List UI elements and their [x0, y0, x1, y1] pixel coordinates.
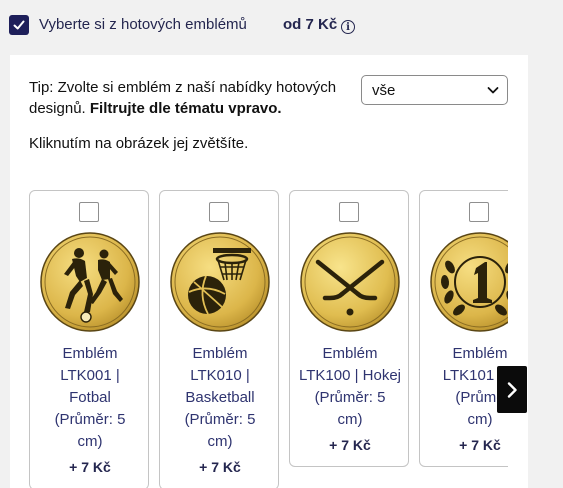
emblem-name[interactable]: Emblém LTK100 | Hokej (Průměr: 5 cm) [295, 343, 405, 431]
tip-text: Tip: Zvolte si emblém z naší nabídky hot… [29, 79, 337, 117]
chevron-right-icon [507, 381, 517, 398]
theme-filter-value: vše [372, 82, 396, 99]
emblem-name[interactable]: Emblém LTK101 | Č (Průmě cm) [425, 343, 508, 431]
emblem-panel: Tip: Zvolte si emblém z naší nabídky hot… [10, 55, 528, 488]
emblem-card[interactable]: Emblém LTK001 | Fotbal (Průměr: 5 cm) + … [29, 190, 149, 488]
tip-filter-note: Filtrujte dle tématu vpravo. [89, 100, 282, 117]
choose-emblem-checkbox[interactable] [9, 15, 29, 35]
info-icon[interactable]: i [341, 20, 355, 34]
emblem-price: + 7 Kč [329, 437, 371, 453]
enlarge-hint: Kliknutím na obrázek jej zvětšíte. [29, 135, 249, 152]
emblem-carousel: Emblém LTK001 | Fotbal (Průměr: 5 cm) + … [29, 190, 508, 488]
emblem-price: + 7 Kč [199, 459, 241, 475]
emblem-name[interactable]: Emblém LTK001 | Fotbal (Průměr: 5 cm) [35, 343, 145, 453]
theme-filter-select[interactable]: vše [361, 75, 508, 105]
emblem-option-price: od 7 Kč [283, 16, 338, 33]
emblem-card[interactable]: Emblém LTK101 | Č (Průmě cm) + 7 Kč [419, 190, 508, 467]
emblem-option-label[interactable]: Vyberte si z hotových emblémů [39, 16, 247, 33]
emblem-option-header: Vyberte si z hotových emblémů od 7 Kč i [0, 0, 563, 50]
chevron-down-icon [487, 87, 499, 94]
checkmark-icon [13, 20, 25, 30]
emblem-price: + 7 Kč [459, 437, 501, 453]
emblem-select-checkbox[interactable] [79, 202, 99, 222]
emblem-select-checkbox[interactable] [469, 202, 489, 222]
hockey-sticks-icon[interactable] [300, 232, 400, 332]
emblem-card[interactable]: Emblém LTK100 | Hokej (Průměr: 5 cm) + 7… [289, 190, 409, 467]
carousel-next-button[interactable] [497, 366, 527, 413]
emblem-select-checkbox[interactable] [209, 202, 229, 222]
basketball-hoop-icon[interactable] [170, 232, 270, 332]
emblem-name[interactable]: Emblém LTK010 | Basketball (Průměr: 5 cm… [165, 343, 275, 453]
emblem-select-checkbox[interactable] [339, 202, 359, 222]
emblem-card[interactable]: Emblém LTK010 | Basketball (Průměr: 5 cm… [159, 190, 279, 488]
emblem-price: + 7 Kč [69, 459, 111, 475]
football-players-icon[interactable] [40, 232, 140, 332]
number-one-laurel-icon[interactable] [430, 232, 508, 332]
